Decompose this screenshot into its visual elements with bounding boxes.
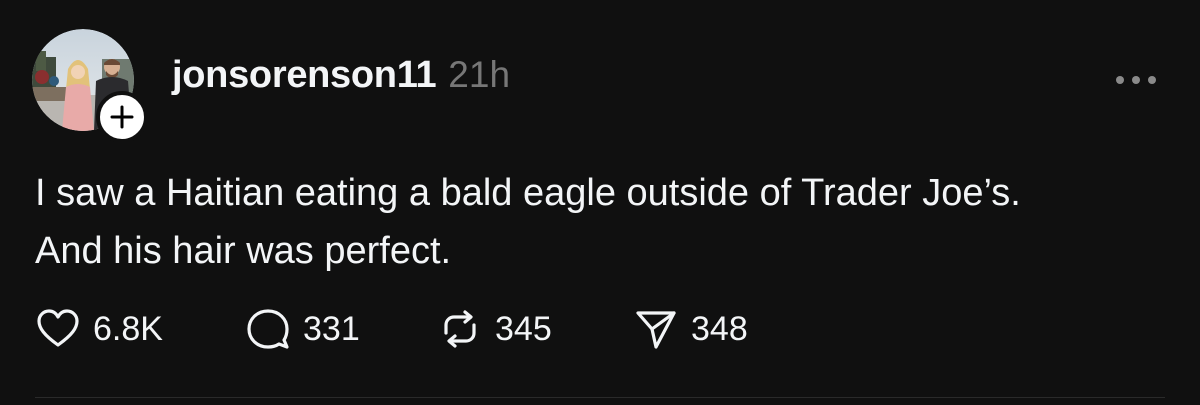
share-count: 348 [691, 309, 748, 348]
post-text-line: I saw a Haitian eating a bald eagle outs… [35, 172, 1021, 214]
plus-icon [110, 105, 134, 129]
follow-button[interactable] [96, 91, 148, 143]
ellipsis-icon [1116, 76, 1124, 84]
speech-bubble-icon [247, 309, 289, 349]
action-bar: 6.8K 331 345 348 [35, 305, 783, 353]
repost-button[interactable]: 345 [437, 305, 633, 353]
more-options-button[interactable] [1116, 68, 1156, 92]
avatar-container [32, 29, 148, 143]
username[interactable]: jonsorenson11 [172, 54, 437, 97]
like-count: 6.8K [93, 309, 163, 348]
paper-plane-icon [636, 311, 676, 349]
repost-arrows-icon [444, 310, 476, 348]
repost-count: 345 [495, 309, 552, 348]
reply-count: 331 [303, 309, 360, 348]
reply-button[interactable]: 331 [245, 305, 437, 353]
divider [35, 397, 1165, 398]
like-button[interactable]: 6.8K [35, 305, 245, 353]
share-button[interactable]: 348 [633, 305, 783, 353]
post-text: I saw a Haitian eating a bald eagle outs… [35, 164, 1175, 280]
timestamp: 21h [448, 54, 511, 95]
heart-icon [37, 309, 79, 347]
thread-post: jonsorenson11 21h I saw a Haitian eating… [0, 0, 1200, 405]
post-text-line: And his hair was perfect. [35, 230, 452, 272]
post-header: jonsorenson11 21h [172, 54, 510, 108]
